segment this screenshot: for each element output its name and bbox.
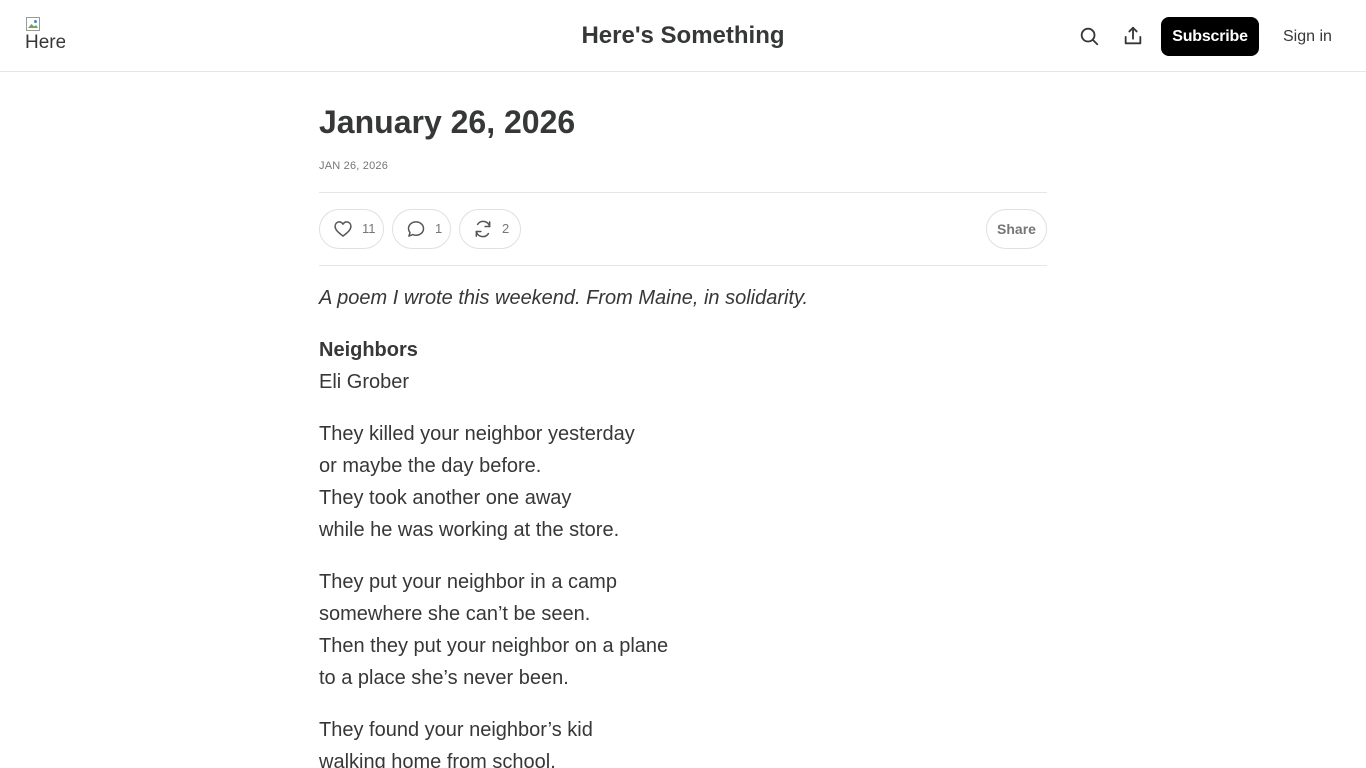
poem-stanza: They put your neighbor in a camp somewhe… xyxy=(319,566,1047,694)
post-title: January 26, 2026 xyxy=(319,104,576,140)
post-date: JAN 26, 2026 xyxy=(319,160,389,172)
poem-line: to a place she’s never been. xyxy=(319,667,569,689)
subscribe-button[interactable]: Subscribe xyxy=(1161,17,1259,56)
poem-line: Then they put your neighbor on a plane xyxy=(319,635,669,657)
poem-line: while he was working at the store. xyxy=(319,519,620,541)
site-header: Here's Something Here's Something Subscr… xyxy=(0,0,1366,72)
heart-icon xyxy=(334,221,352,237)
like-button[interactable]: 11 xyxy=(319,209,384,249)
comment-button[interactable]: 1 xyxy=(392,209,451,249)
like-count: 11 xyxy=(362,221,376,236)
sign-in-link[interactable]: Sign in xyxy=(1283,27,1332,47)
share-button[interactable]: Share xyxy=(986,209,1047,249)
poem-line: They killed your neighbor yesterday xyxy=(319,423,635,445)
poem-line: They put your neighbor in a camp xyxy=(319,571,617,593)
poem-author: Eli Grober xyxy=(319,371,410,393)
poem-line: They took another one away xyxy=(319,487,572,509)
comment-icon xyxy=(407,221,425,237)
restack-icon xyxy=(475,220,491,238)
search-icon xyxy=(1080,27,1099,46)
post-intro: A poem I wrote this weekend. From Maine,… xyxy=(319,287,809,309)
search-button[interactable] xyxy=(1077,24,1101,48)
poem-line: or maybe the day before. xyxy=(319,455,542,477)
share-header-button[interactable] xyxy=(1121,24,1145,48)
divider-bottom xyxy=(319,265,1047,266)
restack-count: 2 xyxy=(502,221,510,236)
poem-stanza: They killed your neighbor yesterday or m… xyxy=(319,418,1047,546)
restack-button[interactable]: 2 xyxy=(459,209,521,249)
share-upload-icon xyxy=(1124,26,1142,45)
poem-line: They found your neighbor’s kid xyxy=(319,719,593,741)
poem-stanza: They found your neighbor’s kid walking h… xyxy=(319,714,1047,768)
poem-line: somewhere she can’t be seen. xyxy=(319,603,591,625)
comment-count: 1 xyxy=(435,221,443,236)
poem-title: Neighbors xyxy=(319,339,418,361)
poem-line: walking home from school. xyxy=(319,751,556,768)
divider-top xyxy=(319,192,1047,193)
